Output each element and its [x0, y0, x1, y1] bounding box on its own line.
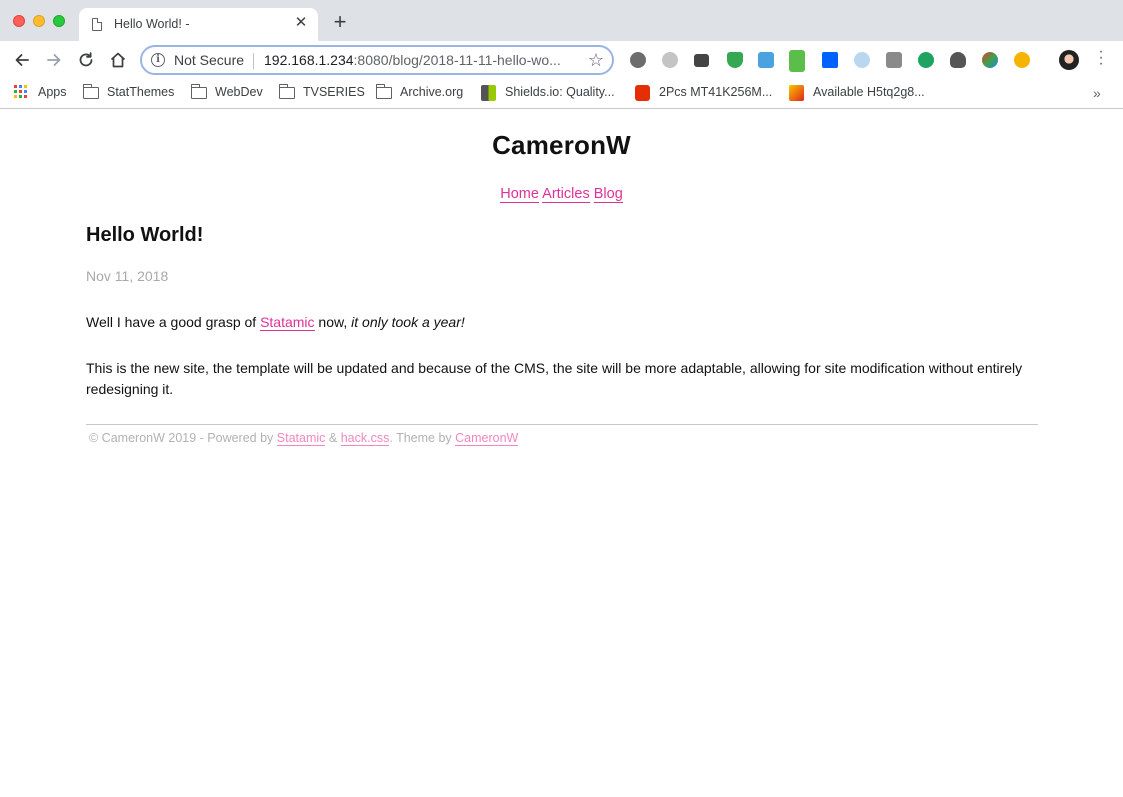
swirl-icon[interactable] — [854, 52, 870, 68]
omnibox-divider — [253, 53, 254, 69]
url-text[interactable]: 192.168.1.234:8080/blog/2018-11-11-hello… — [264, 52, 574, 68]
shields-favicon-icon — [481, 85, 496, 101]
bookmark-label: Available H5tq2g8... — [813, 85, 925, 99]
p1-emphasis: it only took a year! — [351, 314, 465, 330]
footer-amp: & — [325, 431, 341, 445]
page-content: CameronW Home Articles Blog Hello World!… — [0, 110, 1123, 797]
home-icon — [110, 52, 126, 68]
aliexpress-favicon-icon — [635, 85, 650, 101]
colorful-bird-icon[interactable] — [982, 52, 998, 68]
footer-divider — [86, 424, 1038, 425]
site-title: CameronW — [492, 130, 631, 160]
footer-statamic-link[interactable]: Statamic — [276, 431, 326, 446]
footer-prefix: © CameronW 2019 - Powered by — [89, 431, 277, 445]
folder-icon — [191, 84, 207, 99]
bookmark-label: WebDev — [215, 85, 263, 99]
folder-icon — [279, 84, 295, 99]
profile-avatar[interactable] — [1059, 50, 1079, 70]
tab-close-icon[interactable]: ✕ — [293, 15, 309, 31]
footer: © CameronW 2019 - Powered by Statamic & … — [89, 431, 519, 446]
bookmark-label: Shields.io: Quality... — [505, 85, 615, 99]
menu-dots-icon[interactable]: · · · — [1097, 44, 1105, 72]
window-close-button[interactable] — [13, 15, 25, 27]
qr-new-icon[interactable] — [789, 50, 805, 72]
orange-coin-icon[interactable] — [1014, 52, 1030, 68]
post-paragraph-2: This is the new site, the template will … — [86, 360, 1023, 397]
forward-button[interactable] — [44, 50, 64, 70]
camera-extension-icon[interactable] — [758, 52, 774, 68]
folder-icon — [83, 84, 99, 99]
address-bar[interactable]: i Not Secure 192.168.1.234:8080/blog/201… — [140, 45, 614, 75]
url-path: :8080/blog/2018-11-11-hello-wo... — [353, 52, 561, 68]
bookmarks-overflow-icon[interactable]: » — [1093, 85, 1101, 101]
page-icon — [92, 18, 102, 31]
footer-mid: . Theme by — [389, 431, 456, 445]
tab-title: Hello World! - — [114, 17, 190, 31]
settings-gear-icon[interactable] — [630, 52, 646, 68]
post-title: Hello World! — [86, 224, 204, 246]
green-leaf-icon[interactable] — [918, 52, 934, 68]
back-button[interactable] — [12, 50, 32, 70]
bookmark-label: StatThemes — [107, 85, 175, 99]
folder-icon — [376, 84, 392, 99]
apps-grid-icon — [14, 85, 27, 98]
nav-articles-link[interactable]: Articles — [542, 186, 590, 203]
shield-check-icon[interactable] — [727, 52, 743, 68]
m-circle-icon[interactable] — [662, 52, 678, 68]
site-nav: Home Articles Blog — [0, 186, 1123, 203]
dropbox-icon[interactable] — [822, 52, 838, 68]
info-icon[interactable]: i — [151, 53, 165, 67]
post-paragraph-1: Well I have a good grasp of Statamic now… — [86, 314, 465, 331]
r-square-icon[interactable] — [886, 52, 902, 68]
window-minimize-button[interactable] — [33, 15, 45, 27]
bookmarks-bar: Apps StatThemes WebDev TVSERIES Archive.… — [0, 79, 1123, 109]
browser-toolbar: i Not Secure 192.168.1.234:8080/blog/201… — [0, 41, 1123, 79]
bookmark-label: TVSERIES — [303, 85, 365, 99]
home-button[interactable] — [108, 50, 128, 70]
bookmark-apps-label: Apps — [38, 85, 67, 99]
mail-check-icon[interactable] — [694, 54, 709, 67]
forward-arrow-icon — [47, 54, 61, 66]
footer-cameronw-link[interactable]: CameronW — [455, 431, 519, 446]
tab-strip: Hello World! - ✕ + — [0, 0, 1123, 41]
post-date: Nov 11, 2018 — [86, 268, 169, 284]
window-maximize-button[interactable] — [53, 15, 65, 27]
bookmark-star-icon[interactable]: ☆ — [588, 50, 604, 70]
security-label[interactable]: Not Secure — [174, 52, 244, 68]
statamic-link[interactable]: Statamic — [260, 314, 315, 331]
footer-hackcss-link[interactable]: hack.css — [340, 431, 390, 446]
bookmark-label: Archive.org — [400, 85, 464, 99]
nav-home-link[interactable]: Home — [500, 186, 539, 203]
nav-blog-link[interactable]: Blog — [593, 186, 623, 203]
bulb-icon[interactable] — [950, 52, 966, 68]
reload-button[interactable] — [76, 50, 96, 70]
back-arrow-icon — [15, 54, 29, 66]
reload-icon — [79, 52, 93, 67]
bookmark-label: 2Pcs MT41K256M... — [659, 85, 773, 99]
url-host: 192.168.1.234 — [264, 52, 354, 68]
p1-mid: now, — [314, 314, 352, 330]
p1-prefix: Well I have a good grasp of — [86, 314, 261, 330]
store-favicon-icon — [789, 85, 804, 101]
new-tab-button[interactable]: + — [331, 11, 349, 33]
tab-active[interactable]: Hello World! - ✕ — [79, 8, 318, 41]
